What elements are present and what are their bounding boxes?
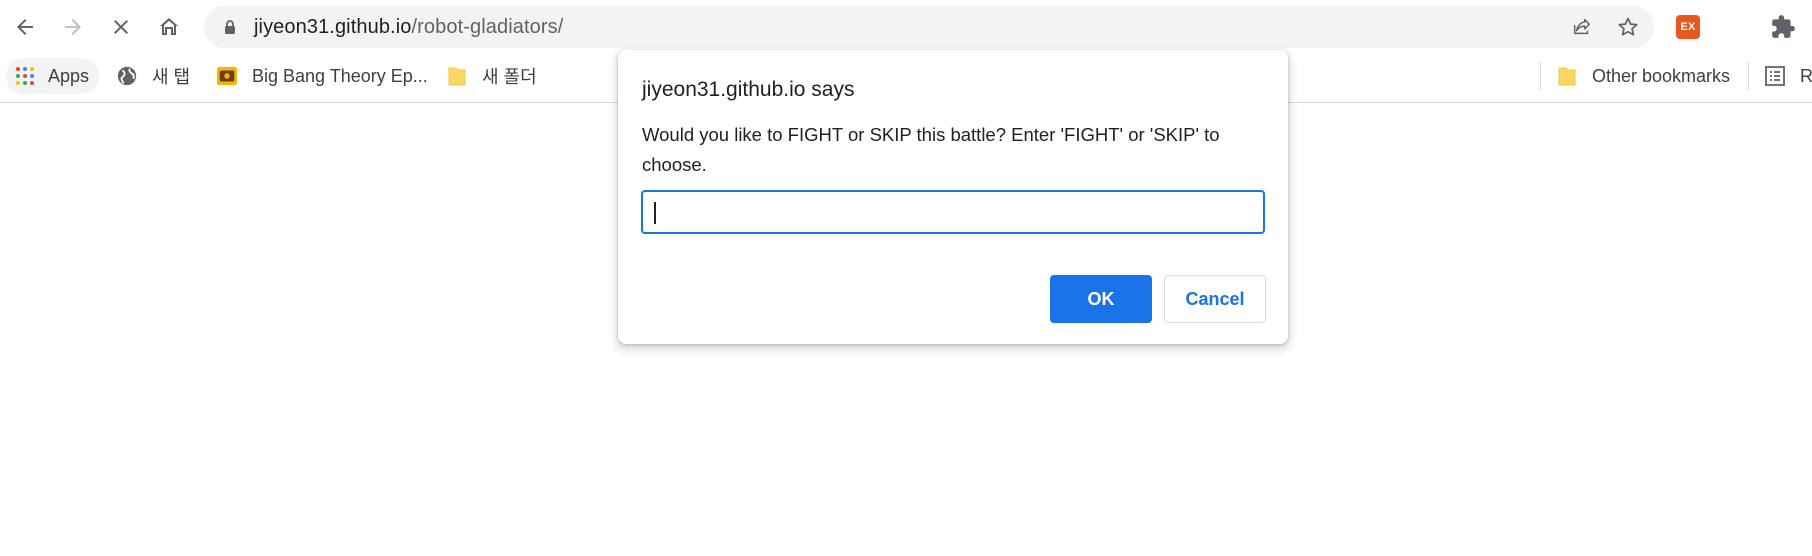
url-text[interactable]: jiyeon31.github.io/robot-gladiators/ bbox=[254, 6, 563, 48]
cancel-button[interactable]: Cancel bbox=[1164, 275, 1266, 323]
forward-button[interactable] bbox=[56, 10, 90, 44]
reading-list-button[interactable]: Re bbox=[1764, 58, 1812, 94]
bookmark-label: 새 폴더 bbox=[482, 67, 537, 87]
address-bar[interactable]: jiyeon31.github.io/robot-gladiators/ bbox=[204, 6, 1654, 48]
share-icon bbox=[1573, 18, 1591, 35]
bookmark-label: Apps bbox=[48, 65, 90, 86]
globe-icon bbox=[116, 65, 138, 87]
prompt-input[interactable] bbox=[641, 190, 1265, 234]
dialog-title: jiyeon31.github.io says bbox=[642, 78, 855, 101]
share-button[interactable] bbox=[1570, 15, 1594, 39]
reading-list-icon bbox=[1764, 65, 1786, 87]
bookmark-label: Re bbox=[1800, 65, 1812, 86]
bookmark-apps[interactable]: Apps bbox=[6, 58, 100, 94]
folder-icon bbox=[1556, 65, 1578, 87]
prompt-dialog: jiyeon31.github.io says Would you like t… bbox=[618, 50, 1288, 344]
lock-icon bbox=[225, 20, 235, 34]
arrow-left-icon bbox=[17, 19, 33, 35]
back-button[interactable] bbox=[8, 10, 42, 44]
bookmark-star-button[interactable] bbox=[1616, 15, 1640, 39]
url-path: /robot-gladiators/ bbox=[411, 16, 564, 38]
extension-ex-icon[interactable]: EX bbox=[1676, 15, 1700, 39]
bookmark-new-folder[interactable]: 새 폴더 bbox=[446, 58, 537, 94]
text-caret bbox=[654, 202, 656, 224]
tv-icon bbox=[216, 65, 238, 87]
bookmark-big-bang-theory[interactable]: Big Bang Theory Ep... bbox=[216, 58, 428, 94]
bookmark-new-tab[interactable]: 새 탭 bbox=[116, 58, 190, 94]
url-host: jiyeon31.github.io bbox=[254, 16, 412, 38]
bookmark-label: 새 탭 bbox=[152, 67, 191, 87]
close-icon bbox=[114, 20, 128, 34]
home-icon bbox=[160, 18, 178, 35]
ok-button[interactable]: OK bbox=[1050, 275, 1152, 323]
folder-icon bbox=[446, 65, 468, 87]
dialog-message: Would you like to FIGHT or SKIP this bat… bbox=[642, 124, 1220, 175]
bookmarks-separator bbox=[1748, 62, 1749, 90]
browser-toolbar: jiyeon31.github.io/robot-gladiators/ EX bbox=[0, 0, 1812, 54]
stop-loading-button[interactable] bbox=[104, 10, 138, 44]
apps-grid-icon bbox=[14, 65, 36, 87]
bookmarks-separator bbox=[1540, 62, 1541, 90]
arrow-right-icon bbox=[65, 19, 81, 35]
star-icon bbox=[1618, 17, 1638, 36]
bookmark-label: Other bookmarks bbox=[1592, 65, 1731, 86]
bookmark-other-bookmarks[interactable]: Other bookmarks bbox=[1556, 58, 1730, 94]
home-button[interactable] bbox=[152, 10, 186, 44]
puzzle-icon[interactable] bbox=[1770, 14, 1796, 40]
bookmark-label: Big Bang Theory Ep... bbox=[252, 65, 428, 86]
